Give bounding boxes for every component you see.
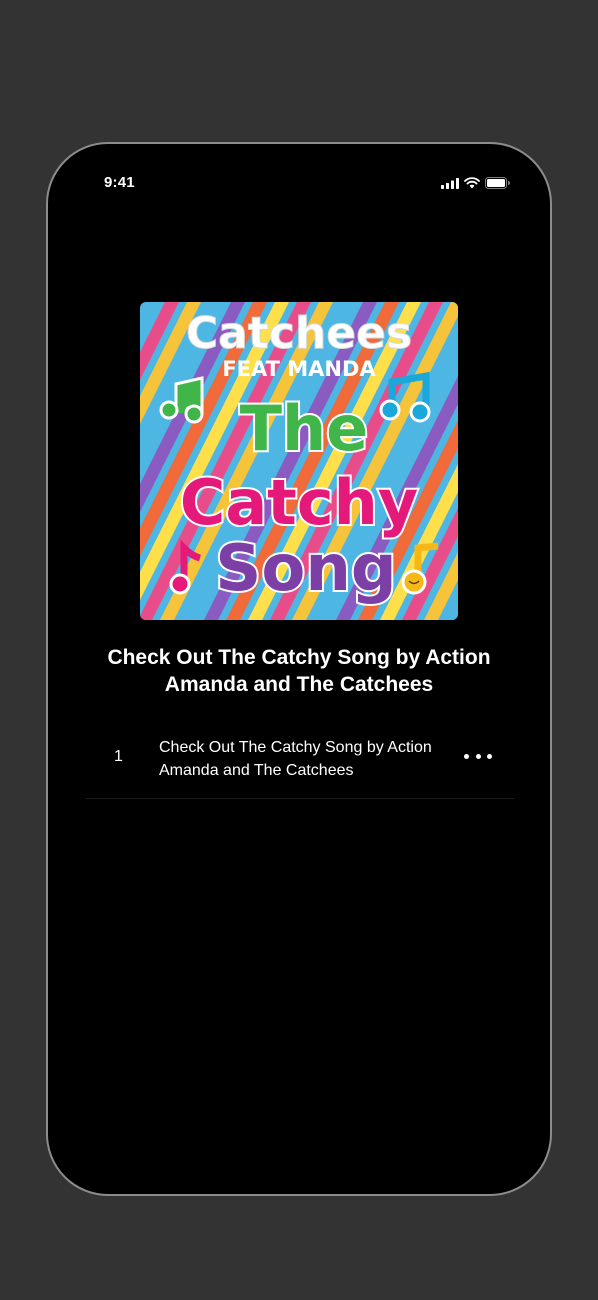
status-time: 9:41 xyxy=(104,174,135,191)
more-options-dot xyxy=(464,753,469,759)
wifi-icon xyxy=(464,177,480,189)
track-row[interactable]: 1 Check Out The Catchy Song by Action Am… xyxy=(86,722,514,799)
battery-icon xyxy=(485,177,510,189)
album-title: Check Out The Catchy Song by Action Aman… xyxy=(107,646,491,696)
cover-title-line-2: Catchy xyxy=(180,466,418,539)
cover-title-line-1: The xyxy=(240,392,368,465)
status-bar: 9:41 xyxy=(48,144,550,224)
more-options-dot xyxy=(475,753,481,759)
more-options-dot xyxy=(487,753,492,759)
more-options-icon[interactable] xyxy=(464,746,492,766)
cover-feat-text: FEAT MANDA xyxy=(222,357,376,381)
album-cover-art[interactable]: Catchees FEAT MANDA The Catchy Song xyxy=(140,302,458,620)
status-icons xyxy=(441,177,510,189)
phone-frame: 9:41 Catchees FEAT MANDA The Catchy Song… xyxy=(46,142,552,1196)
album-cover-artwork: Catchees FEAT MANDA The Catchy Song xyxy=(140,302,458,620)
cellular-signal-icon xyxy=(441,177,459,189)
track-title: Check Out The Catchy Song by Action Aman… xyxy=(159,739,432,779)
cover-title-line-3: Song xyxy=(215,532,396,606)
cover-artist-text: Catchees xyxy=(186,308,412,359)
track-number: 1 xyxy=(114,748,123,765)
